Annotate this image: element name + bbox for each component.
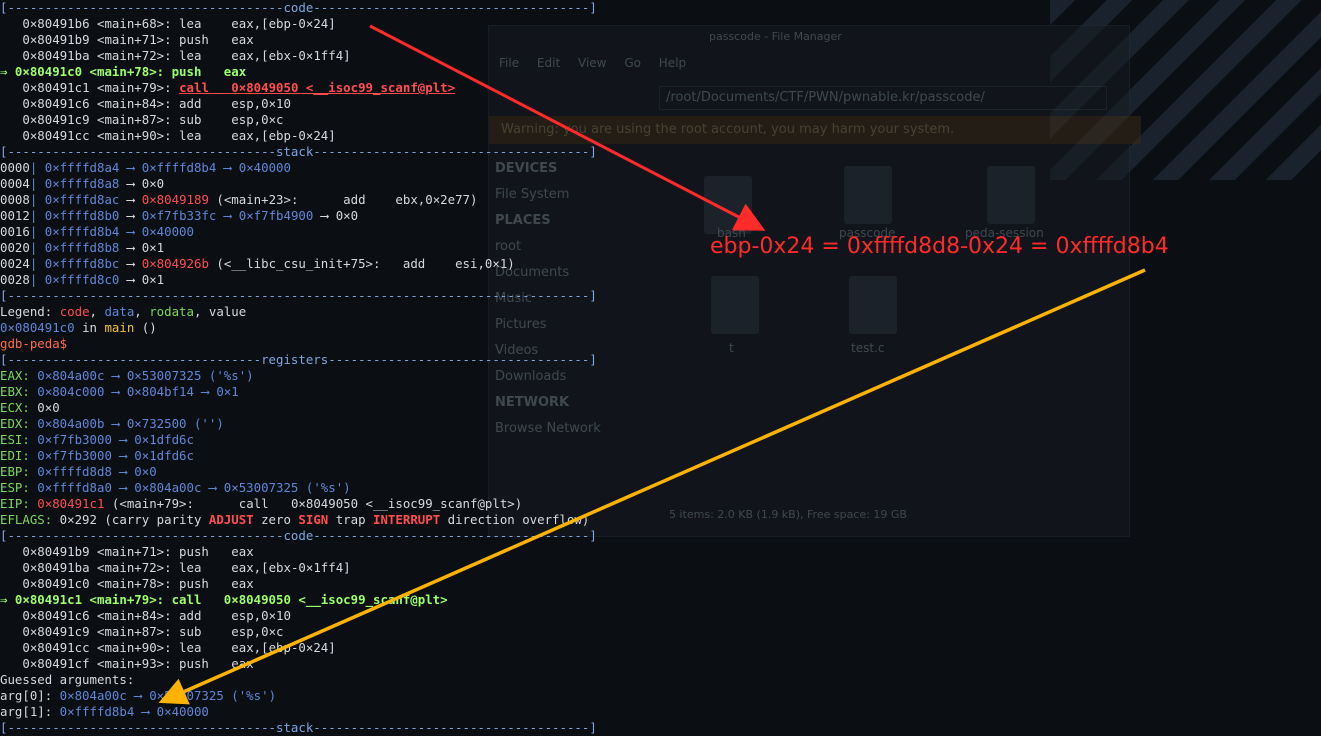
red-annotation-arrow <box>369 24 766 231</box>
annotation-text: ebp-0x24 = 0xffffd8d8-0x24 = 0xffffd8b4 <box>710 234 1169 259</box>
annotation-arrows <box>158 24 1146 705</box>
yellow-annotation-arrow <box>158 268 1146 705</box>
